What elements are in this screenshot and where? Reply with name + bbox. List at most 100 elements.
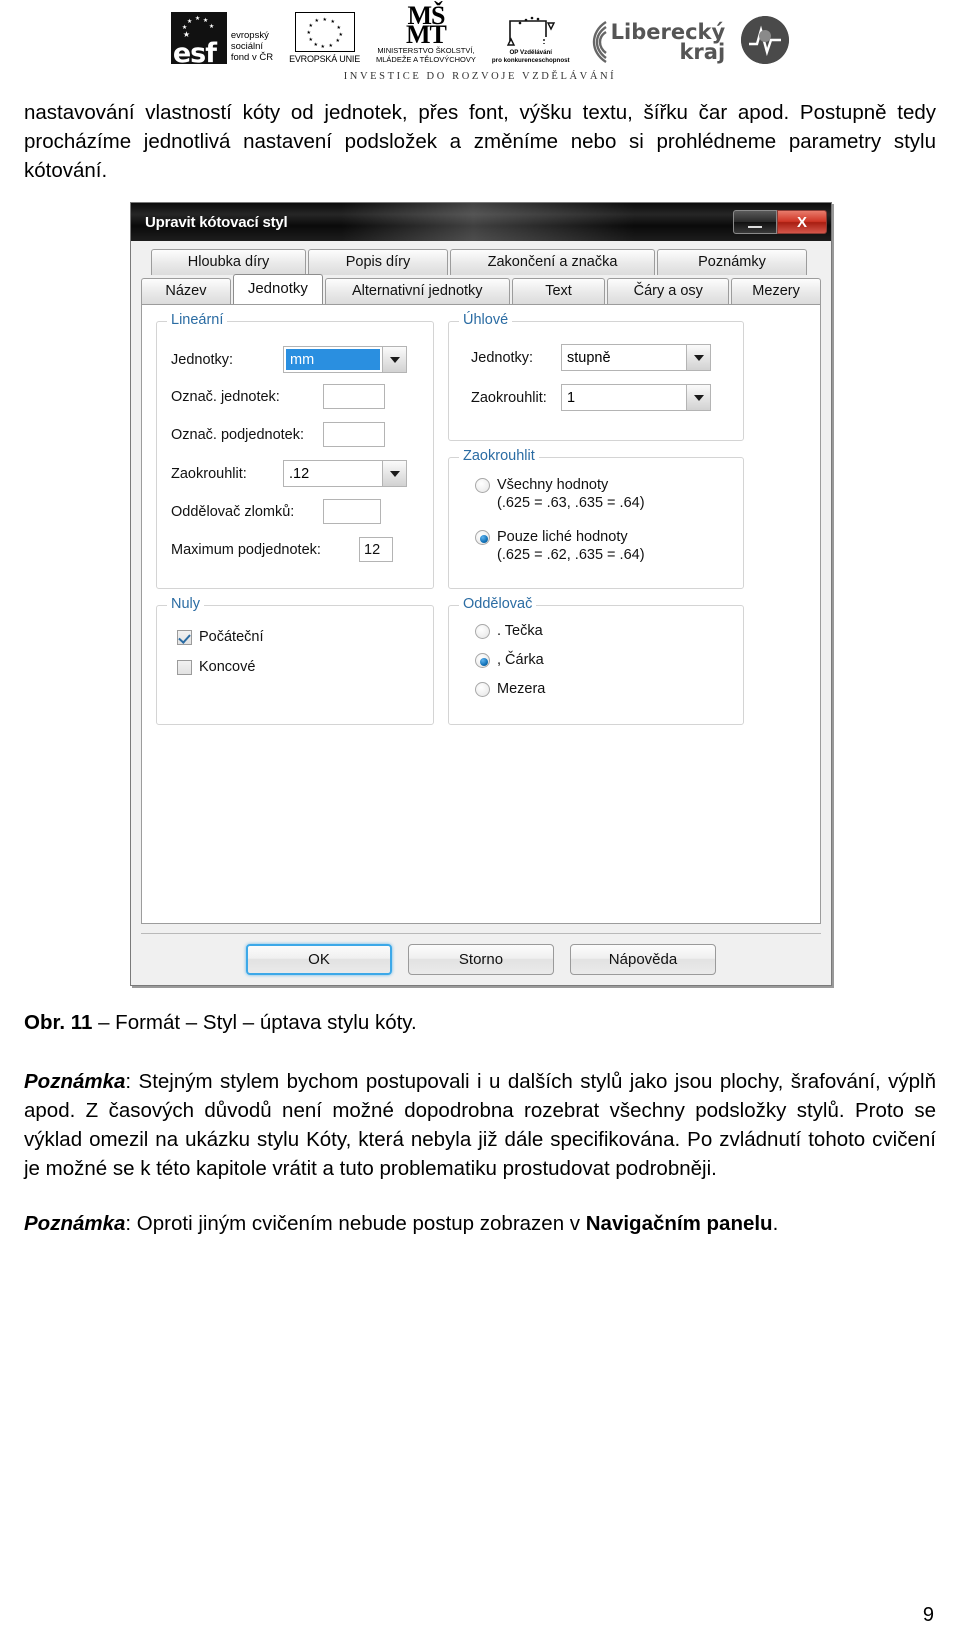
esf-wordmark: esf: [172, 38, 217, 69]
dimension-style-dialog: Upravit kótovací styl X Hloubka díry Pop…: [130, 202, 832, 986]
investice-tagline: INVESTICE DO ROZVOJE VZDĚLÁVÁNÍ: [343, 71, 617, 82]
radio-mezera-dot[interactable]: [475, 682, 490, 697]
minimize-button[interactable]: [733, 210, 777, 234]
checkbox-pocatecni[interactable]: Počáteční: [177, 628, 264, 646]
checkbox-koncove[interactable]: Koncové: [177, 658, 255, 676]
op-caption-line-2: pro konkurenceschopnost: [491, 56, 570, 64]
chevron-down-icon[interactable]: [686, 345, 710, 370]
checkbox-pocatecni-box[interactable]: [177, 630, 192, 645]
input-oznac-jednotek[interactable]: [323, 384, 385, 409]
combo-uhlove-jednotky[interactable]: stupně: [561, 344, 711, 371]
liberecky-arcs-icon: [586, 20, 608, 64]
figure-caption: Obr. 11 – Formát – Styl – úptava stylu k…: [24, 1009, 936, 1037]
field-oddelovac-zlomku: Oddělovač zlomků:: [171, 499, 421, 524]
tab-hloubka-diry[interactable]: Hloubka díry: [151, 249, 306, 275]
combo-uhlove-jednotky-value: stupně: [567, 349, 611, 366]
input-maximum-podjednotek[interactable]: 12: [359, 537, 393, 562]
esf-caption-line-3: fond v ČR: [230, 52, 274, 63]
liberecky-kraj-wrap: Liberecký kraj: [586, 20, 726, 64]
group-linearni: Lineární Jednotky: mm Označ. jednotek: O…: [156, 312, 434, 589]
tab-cary-a-osy[interactable]: Čáry a osy: [607, 278, 730, 304]
logo-row: ★ ★ ★ ★ ★ ★ esf evropský sociální fond v…: [170, 3, 790, 69]
tab-popis-diry[interactable]: Popis díry: [308, 249, 448, 275]
cancel-button[interactable]: Storno: [408, 944, 554, 975]
tab-row-top: Hloubka díry Popis díry Zakončení a znač…: [141, 249, 821, 275]
dialog-titlebar[interactable]: Upravit kótovací styl X: [131, 203, 831, 241]
input-oddelovac-zlomku[interactable]: [323, 499, 381, 524]
op-emblem-icon: [504, 15, 558, 49]
label-uhlove-jednotky: Jednotky:: [471, 349, 534, 366]
combo-uhlove-zaokrouhlit-value: 1: [567, 389, 576, 406]
group-nuly: Nuly Počáteční Koncové: [156, 596, 434, 725]
tab-mezery[interactable]: Mezery: [731, 278, 821, 304]
window-controls: X: [733, 210, 827, 234]
label-oddelovac-zlomku: Oddělovač zlomků:: [171, 503, 295, 520]
radio-pouze-liche-hodnoty[interactable]: Pouze liché hodnoty (.625 = .62, .635 = …: [475, 528, 725, 564]
msmt-mark-line-2: MT: [406, 20, 447, 49]
combo-linear-jednotky-value: mm: [286, 349, 380, 370]
radio-vsechny-hodnoty[interactable]: Všechny hodnoty (.625 = .63, .635 = .64): [475, 476, 725, 512]
field-uhlove-jednotky: Jednotky: stupně: [471, 344, 731, 371]
tab-zakonceni-a-znacka[interactable]: Zakončení a značka: [450, 249, 655, 275]
radio-mezera[interactable]: Mezera: [475, 680, 545, 698]
tab-alternativni-jednotky[interactable]: Alternativní jednotky: [324, 278, 510, 304]
radio-pouze-liche-hodnoty-label: Pouze liché hodnoty (.625 = .62, .635 = …: [497, 529, 645, 563]
tab-text[interactable]: Text: [511, 278, 606, 304]
screenshot-frame: Upravit kótovací styl X Hloubka díry Pop…: [127, 199, 833, 991]
liberecky-line-1: Liberecký: [610, 20, 726, 44]
field-oznac-jednotek: Označ. jednotek:: [171, 384, 421, 409]
esf-stars-icon: ★ ★ ★ ★ ★ ★: [181, 16, 215, 39]
note-2-text-before: : Oproti jiným cvičením nebude postup zo…: [125, 1212, 586, 1235]
header-logo-bar: ★ ★ ★ ★ ★ ★ esf evropský sociální fond v…: [0, 0, 960, 82]
note-1-text: : Stejným stylem bychom postupovali i u …: [24, 1070, 936, 1180]
dialog-title: Upravit kótovací styl: [145, 213, 288, 231]
radio-vsechny-hodnoty-label: Všechny hodnoty (.625 = .63, .635 = .64): [497, 477, 645, 511]
tab-poznamky[interactable]: Poznámky: [657, 249, 807, 275]
radio-vsechny-hodnoty-dot[interactable]: [475, 478, 490, 493]
close-icon[interactable]: X: [777, 210, 827, 234]
msmt-caption-line-2: MLÁDEŽE A TĚLOVÝCHOVY: [376, 54, 476, 64]
group-nuly-legend: Nuly: [167, 596, 205, 612]
chevron-down-icon[interactable]: [686, 385, 710, 410]
label-oznac-podjednotek: Označ. podjednotek:: [171, 426, 305, 443]
tab-jednotky[interactable]: Jednotky: [232, 274, 323, 304]
field-linear-zaokrouhlit: Zaokrouhlit: .12: [171, 460, 421, 487]
radio-pouze-liche-hodnoty-dot[interactable]: [475, 530, 490, 545]
help-button[interactable]: Nápověda: [570, 944, 716, 975]
esf-emblem-icon: ★ ★ ★ ★ ★ ★ esf: [170, 12, 227, 69]
field-uhlove-zaokrouhlit: Zaokrouhlit: 1: [471, 384, 731, 411]
document-body: nastavování vlastností kóty od jednotek,…: [0, 98, 960, 1238]
group-uhlove: Úhlové Jednotky: stupně Zaokrouhlit: 1: [448, 312, 744, 441]
label-linear-jednotky: Jednotky:: [171, 351, 234, 368]
checkbox-koncove-box[interactable]: [177, 660, 192, 675]
esf-caption-line-1: evropský: [230, 30, 269, 41]
ok-button[interactable]: OK: [246, 944, 392, 975]
dialog-content: Hloubka díry Popis díry Zakončení a znač…: [131, 241, 831, 985]
esf-caption-line-2: sociální: [230, 41, 264, 52]
combo-linear-jednotky[interactable]: mm: [283, 346, 407, 373]
combo-uhlove-zaokrouhlit[interactable]: 1: [561, 384, 711, 411]
input-oznac-podjednotek[interactable]: [323, 422, 385, 447]
radio-carka-dot[interactable]: [475, 653, 490, 668]
note-2-label: Poznámka: [24, 1212, 126, 1235]
liberecky-wordmark: Liberecký kraj: [610, 20, 726, 64]
tab-nazev[interactable]: Název: [141, 278, 231, 304]
esf-logo: ★ ★ ★ ★ ★ ★ esf evropský sociální fond v…: [170, 12, 274, 69]
chevron-down-icon[interactable]: [382, 347, 406, 372]
group-uhlove-legend: Úhlové: [459, 312, 513, 328]
note-2-bold-part: Navigačním panelu: [585, 1212, 773, 1235]
figure-caption-number: Obr. 11: [24, 1011, 93, 1034]
label-maximum-podjednotek: Maximum podjednotek:: [171, 541, 321, 558]
liberecky-line-2: kraj: [679, 40, 726, 64]
radio-carka[interactable]: , Čárka: [475, 651, 544, 669]
label-uhlove-zaokrouhlit: Zaokrouhlit:: [471, 389, 547, 406]
label-oznac-jednotek: Označ. jednotek:: [171, 388, 280, 405]
chevron-down-icon[interactable]: [382, 461, 406, 486]
tab-strip: Hloubka díry Popis díry Zakončení a znač…: [141, 249, 821, 304]
radio-tecka-dot[interactable]: [475, 624, 490, 639]
combo-linear-zaokrouhlit[interactable]: .12: [283, 460, 407, 487]
group-zaokrouhlit: Zaokrouhlit Všechny hodnoty (.625 = .63,…: [448, 448, 744, 589]
msmt-logo: MŠ MT MINISTERSTVO ŠKOLSTVÍ, MLÁDEŽE A T…: [376, 3, 476, 64]
combo-linear-zaokrouhlit-value: .12: [289, 465, 310, 482]
radio-tecka[interactable]: . Tečka: [475, 622, 543, 640]
